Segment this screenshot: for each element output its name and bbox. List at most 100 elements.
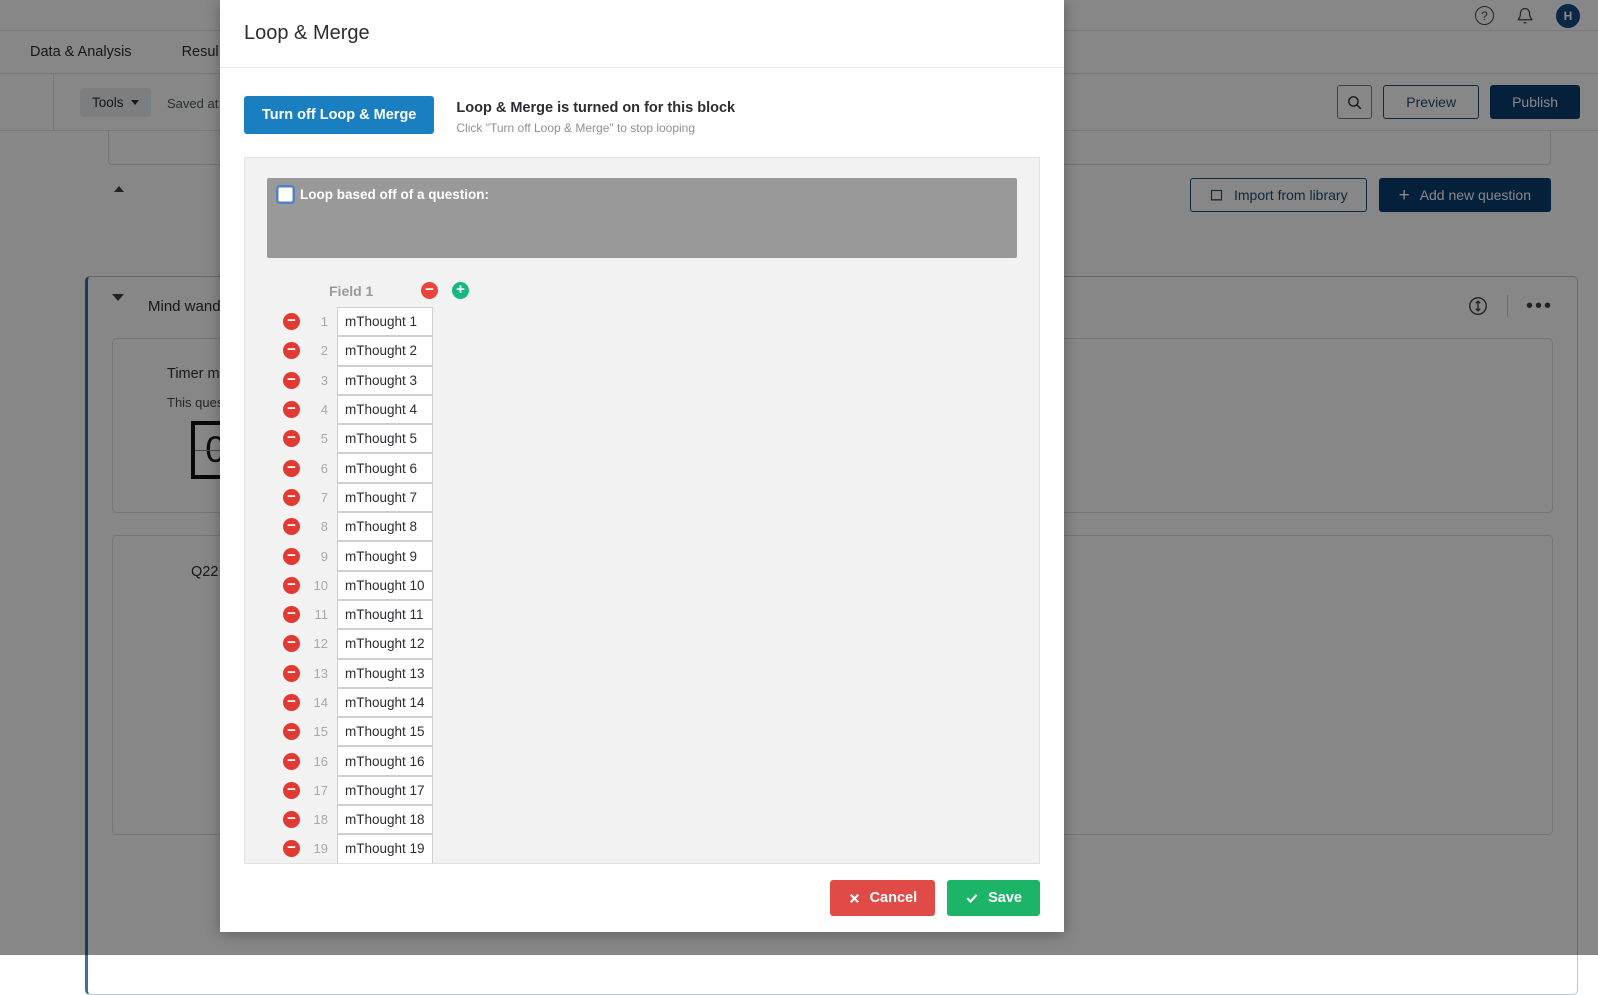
- loop-row-input[interactable]: [337, 629, 433, 658]
- loop-row-number: 4: [300, 402, 328, 417]
- loop-row-input[interactable]: [337, 424, 433, 453]
- loop-row-input[interactable]: [337, 395, 433, 424]
- minus-circle-icon[interactable]: −: [283, 460, 300, 477]
- loop-row: −5: [267, 424, 1017, 453]
- loop-row: −16: [267, 746, 1017, 775]
- loop-row-number: 13: [300, 666, 328, 681]
- cancel-label: Cancel: [870, 890, 918, 906]
- loop-row: −18: [267, 805, 1017, 834]
- field-header-row: Field 1 − +: [267, 282, 1017, 299]
- loop-row: −19: [267, 834, 1017, 863]
- cancel-button[interactable]: Cancel: [830, 880, 936, 916]
- loop-row-number: 3: [300, 373, 328, 388]
- close-x-icon: [848, 892, 861, 905]
- loop-row: −2: [267, 336, 1017, 365]
- loop-row-number: 19: [300, 841, 328, 856]
- minus-circle-icon[interactable]: −: [283, 489, 300, 506]
- modal-title: Loop & Merge: [244, 22, 370, 45]
- loop-row: −12: [267, 629, 1017, 658]
- minus-circle-icon[interactable]: −: [283, 782, 300, 799]
- minus-circle-icon[interactable]: −: [283, 430, 300, 447]
- minus-circle-icon[interactable]: −: [283, 372, 300, 389]
- loop-row-input[interactable]: [337, 571, 433, 600]
- minus-circle-icon[interactable]: −: [283, 342, 300, 359]
- loop-row-number: 9: [300, 549, 328, 564]
- loop-row: −17: [267, 776, 1017, 805]
- save-button[interactable]: Save: [947, 880, 1040, 916]
- loop-row-input[interactable]: [337, 512, 433, 541]
- loop-row: −3: [267, 366, 1017, 395]
- loop-row-number: 2: [300, 343, 328, 358]
- loop-row-input[interactable]: [337, 688, 433, 717]
- minus-circle-icon[interactable]: −: [283, 401, 300, 418]
- loop-row-number: 18: [300, 812, 328, 827]
- loop-row-input[interactable]: [337, 307, 433, 336]
- loop-row-number: 6: [300, 461, 328, 476]
- loop-row-number: 10: [300, 578, 328, 593]
- field-name-label: Field 1: [329, 283, 407, 299]
- minus-circle-icon[interactable]: −: [283, 723, 300, 740]
- loop-row-input[interactable]: [337, 541, 433, 570]
- loop-row: −11: [267, 600, 1017, 629]
- loop-row: −15: [267, 717, 1017, 746]
- loop-row-input[interactable]: [337, 834, 433, 863]
- loop-row-input[interactable]: [337, 366, 433, 395]
- minus-circle-icon[interactable]: −: [283, 811, 300, 828]
- loop-row-number: 5: [300, 431, 328, 446]
- minus-circle-icon[interactable]: −: [283, 753, 300, 770]
- minus-circle-icon[interactable]: −: [283, 606, 300, 623]
- loop-row: −6: [267, 453, 1017, 482]
- loop-row-number: 11: [300, 607, 328, 622]
- status-subtitle: Click "Turn off Loop & Merge" to stop lo…: [456, 121, 735, 135]
- minus-circle-icon[interactable]: −: [283, 577, 300, 594]
- minus-circle-icon[interactable]: −: [283, 313, 300, 330]
- loop-row-input[interactable]: [337, 776, 433, 805]
- minus-circle-icon[interactable]: −: [283, 518, 300, 535]
- loop-row-number: 17: [300, 783, 328, 798]
- loop-row: −1: [267, 307, 1017, 336]
- plus-circle-icon[interactable]: +: [452, 282, 469, 299]
- loop-row-input[interactable]: [337, 805, 433, 834]
- loop-row: −13: [267, 659, 1017, 688]
- loop-row-input[interactable]: [337, 600, 433, 629]
- loop-based-on-question-box: Loop based off of a question:: [267, 178, 1017, 258]
- loop-row: −10: [267, 571, 1017, 600]
- turn-off-loop-merge-button[interactable]: Turn off Loop & Merge: [244, 96, 434, 134]
- status-title: Loop & Merge is turned on for this block: [456, 100, 735, 116]
- loop-rows-list[interactable]: −1−2−3−4−5−6−7−8−9−10−11−12−13−14−15−16−…: [267, 307, 1017, 863]
- modal-header: Loop & Merge: [220, 0, 1064, 68]
- status-text-group: Loop & Merge is turned on for this block…: [456, 96, 735, 135]
- loop-row-number: 15: [300, 724, 328, 739]
- minus-circle-icon[interactable]: −: [283, 840, 300, 857]
- loop-based-question-label: Loop based off of a question:: [300, 187, 489, 202]
- loop-row-input[interactable]: [337, 483, 433, 512]
- loop-question-checkbox-row[interactable]: Loop based off of a question:: [278, 187, 1006, 202]
- modal-body: Turn off Loop & Merge Loop & Merge is tu…: [220, 68, 1064, 864]
- loop-row-input[interactable]: [337, 336, 433, 365]
- loop-row-input[interactable]: [337, 453, 433, 482]
- loop-row-number: 7: [300, 490, 328, 505]
- minus-circle-icon[interactable]: −: [283, 694, 300, 711]
- modal-footer: Cancel Save: [220, 864, 1064, 932]
- loop-row: −14: [267, 688, 1017, 717]
- minus-circle-icon[interactable]: −: [283, 635, 300, 652]
- minus-circle-icon[interactable]: −: [283, 665, 300, 682]
- save-label: Save: [988, 890, 1022, 906]
- loop-and-merge-modal: Loop & Merge Turn off Loop & Merge Loop …: [220, 0, 1064, 932]
- loop-row: −4: [267, 395, 1017, 424]
- minus-circle-icon[interactable]: −: [283, 548, 300, 565]
- loop-merge-panel: Loop based off of a question: Field 1 − …: [244, 157, 1040, 864]
- loop-row-input[interactable]: [337, 746, 433, 775]
- loop-row-number: 1: [300, 314, 328, 329]
- loop-row-input[interactable]: [337, 717, 433, 746]
- loop-row: −7: [267, 483, 1017, 512]
- loop-row-input[interactable]: [337, 659, 433, 688]
- loop-row-number: 16: [300, 754, 328, 769]
- check-icon: [965, 891, 979, 905]
- minus-circle-icon[interactable]: −: [421, 282, 438, 299]
- loop-based-question-checkbox[interactable]: [278, 187, 293, 202]
- loop-row: −9: [267, 541, 1017, 570]
- loop-row-number: 8: [300, 519, 328, 534]
- loop-row: −8: [267, 512, 1017, 541]
- loop-row-number: 14: [300, 695, 328, 710]
